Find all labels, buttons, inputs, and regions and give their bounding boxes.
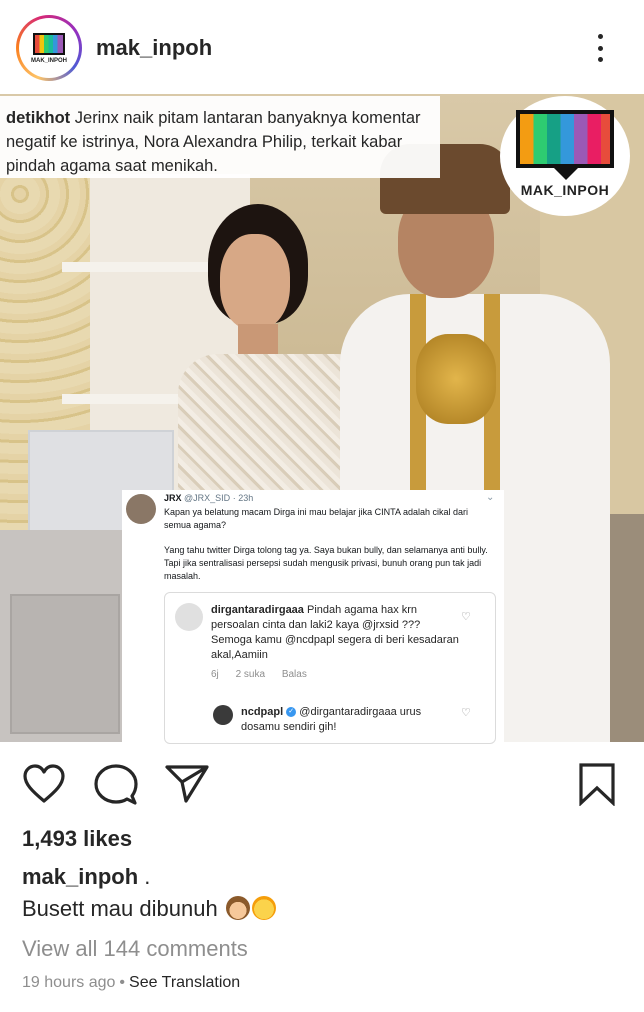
comment-icon[interactable] [94,764,138,806]
see-no-evil-monkey-icon [225,896,250,920]
likes-count[interactable]: 1,493 likes [22,826,132,852]
tweet-avatar [126,494,156,524]
logo-text: MAK_INPOH [520,182,610,198]
cabinet-door [10,594,120,734]
caption-handle: detikhot [6,109,71,127]
action-bar [0,742,644,826]
post-timestamp: 19 hours ago [22,974,116,991]
tweet-name: JRX [164,493,182,503]
comment-user: dirgantaradirgaaa [211,604,304,616]
caption-body: Busett mau dibunuh [22,896,218,921]
reply-user: ncdpapl [241,706,284,718]
tweet-paragraph-2: Yang tahu twitter Dirga tolong tag ya. S… [164,545,488,581]
comment-avatar [175,603,203,631]
post-username[interactable]: mak_inpoh [96,35,212,61]
embedded-comment-card: dirgantaradirgaaa Pindah agama hax krn p… [164,592,496,744]
tweet-header: JRX @JRX_SID · 23h [164,493,254,503]
caption-suffix: . [138,864,151,889]
image-caption-overlay: detikhot Jerinx naik pitam lantaran bany… [0,96,440,178]
avatar[interactable]: MAK_INPOH [16,15,82,81]
heart-icon: ♡ [461,707,471,719]
tweet-screenshot: JRX @JRX_SID · 23h ⌄ Kapan ya belatung m… [122,490,504,744]
reply-avatar [213,705,233,725]
heart-icon: ♡ [461,611,471,623]
tweet-age: 23h [238,493,254,503]
more-options-icon[interactable] [590,30,610,66]
separator-dot: • [119,974,126,991]
bookmark-icon[interactable] [578,762,616,806]
comment-time: 6j [211,669,219,680]
view-all-comments-link[interactable]: View all 144 comments [22,936,248,962]
tv-logo-icon [33,33,65,55]
avatar-logo-text: MAK_INPOH [30,58,67,64]
comment-likes: 2 suka [235,669,266,680]
tweet-paragraph-1: Kapan ya belatung macam Dirga ini mau be… [164,507,468,530]
post-header: MAK_INPOH mak_inpoh [0,0,644,94]
heart-icon[interactable] [22,764,66,804]
weary-cat-icon [251,896,276,920]
verified-badge-icon: ✓ [286,707,297,718]
chevron-down-icon: ⌄ [486,492,495,503]
paper-plane-icon[interactable] [164,764,210,804]
comment-reply: Balas [281,669,307,680]
see-translation-link[interactable]: See Translation [129,974,240,991]
tweet-handle: @JRX_SID [184,493,231,503]
tv-stand-icon [554,168,578,180]
caption-username[interactable]: mak_inpoh [22,864,138,889]
tv-logo-icon [516,110,614,168]
